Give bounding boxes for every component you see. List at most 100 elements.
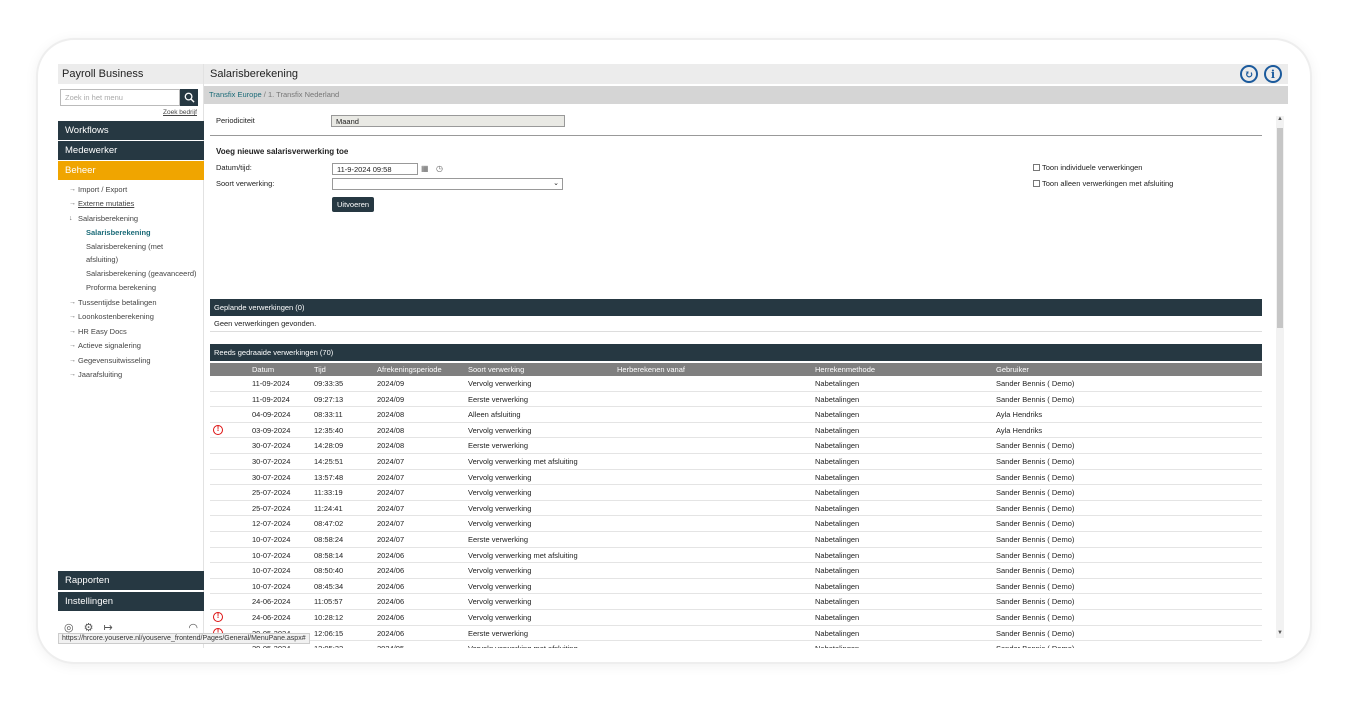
table-row[interactable]: 24-06-2024 11:05:57 2024/06 Vervolg verwerk… — [210, 594, 1262, 610]
tree-item-label: Gegevensuitwisseling — [78, 355, 151, 365]
cell-tijd: 08:50:40 — [314, 566, 344, 576]
cell-gebruiker: Sander Bennis ( Demo) — [996, 394, 1075, 404]
cell-datum: 25-07-2024 — [252, 488, 291, 498]
cell-periode: 2024/08 — [377, 441, 405, 451]
table-row[interactable]: ! 24-06-2024 10:28:12 2024/06 Vervolg verwer… — [210, 610, 1262, 626]
calendar-icon[interactable]: ▦ — [421, 164, 429, 173]
cell-tijd: 08:58:24 — [314, 534, 344, 544]
cell-periode: 2024/05 — [377, 644, 404, 648]
menu-search-input[interactable] — [60, 89, 180, 106]
executed-header[interactable]: Reeds gedraaide verwerkingen (70) — [210, 344, 1262, 361]
table-row[interactable]: 12-07-2024 08:47:02 2024/07 Vervolg verwerk… — [210, 516, 1262, 532]
table-row[interactable]: 10-07-2024 08:58:24 2024/07 Eerste verwerki… — [210, 532, 1262, 548]
table-row[interactable]: 29-05-2024 12:05:32 2024/05 Vervolg verwerk… — [210, 641, 1262, 648]
soort-select[interactable]: ⌄ — [332, 178, 563, 190]
scroll-down-icon[interactable]: ▼ — [1276, 630, 1284, 638]
chevron-down-icon: ⌄ — [553, 180, 559, 187]
menu-search-button[interactable] — [180, 89, 198, 106]
tree-item-import-export[interactable]: → Import / Export — [58, 182, 204, 197]
menu-search — [60, 89, 198, 106]
col-vanaf[interactable]: Herberekenen vanaf — [617, 365, 685, 374]
tree-item-label: Import / Export — [78, 184, 128, 194]
table-row[interactable]: 11-09-2024 09:27:13 2024/09 Eerste verwerki… — [210, 392, 1262, 408]
table-row[interactable]: 25-07-2024 11:24:41 2024/07 Vervolg verwerk… — [210, 501, 1262, 517]
cell-tijd: 08:47:02 — [314, 519, 344, 529]
col-methode[interactable]: Herrekenmethode — [815, 365, 875, 374]
table-row[interactable]: 30-07-2024 13:57:48 2024/07 Vervolg verwerk… — [210, 470, 1262, 486]
nav-workflows[interactable]: Workflows — [58, 121, 204, 140]
refresh-icon[interactable]: ↻ — [1240, 65, 1258, 83]
breadcrumb-company[interactable]: Transfix Europe — [209, 90, 262, 99]
toggle-individual[interactable]: Toon individuele verwerkingen — [1033, 163, 1142, 172]
nav-medewerker[interactable]: Medewerker — [58, 141, 204, 160]
tree-item-jaarafsluiting[interactable]: → Jaarafsluiting — [58, 368, 204, 383]
tree-item-hr-easy-docs[interactable]: → HR Easy Docs — [58, 324, 204, 339]
warning-icon[interactable]: ! — [213, 611, 223, 622]
table-row[interactable]: 04-09-2024 08:33:11 2024/08 Alleen afsluiti… — [210, 407, 1262, 423]
nav-rapporten[interactable]: Rapporten — [58, 571, 204, 590]
tree-item-salarisberekening[interactable]: ↓ Salarisberekening — [58, 211, 204, 226]
cell-gebruiker: Sander Bennis ( Demo) — [996, 612, 1075, 622]
info-icon[interactable]: i — [1264, 65, 1282, 83]
table-row[interactable]: !29-05-202412:06:152024/06Eerste verwerk… — [210, 626, 1262, 642]
checkbox-afsluiting[interactable] — [1033, 180, 1040, 187]
cell-datum: 04-09-2024 — [252, 410, 291, 420]
cell-methode: Nabetalingen — [815, 519, 860, 529]
arrow-right-icon: → — [69, 185, 76, 193]
tree-item-gegevensuitwisseling[interactable]: → Gegevensuitwisseling — [58, 353, 204, 368]
clock-icon[interactable]: ◷ — [436, 164, 443, 173]
run-button[interactable]: Uitvoeren — [332, 197, 375, 212]
datum-input[interactable]: 11-9-2024 09:58 — [332, 163, 418, 175]
cell-soort: Vervolg verwerking — [468, 519, 532, 529]
tree-item-externe-mutaties[interactable]: → Externe mutaties — [58, 197, 204, 212]
table-row[interactable]: 25-07-2024 11:33:19 2024/07 Vervolg verwerk… — [210, 485, 1262, 501]
nav-beheer[interactable]: Beheer — [58, 161, 204, 180]
cell-gebruiker: Sander Bennis ( Demo) — [996, 628, 1075, 638]
arrow-down-icon: ↓ — [69, 214, 73, 222]
warning-icon[interactable]: ! — [213, 424, 223, 435]
col-soort[interactable]: Soort verwerking — [468, 365, 524, 374]
tree-subitem-proforma[interactable]: Proforma berekening — [58, 281, 204, 296]
cell-periode: 2024/07 — [377, 519, 405, 529]
table-row[interactable]: 30-07-2024 14:28:09 2024/08 Eerste verwerki… — [210, 438, 1262, 454]
nav-instellingen[interactable]: Instellingen — [58, 592, 204, 611]
tree-item-loonkosten[interactable]: → Loonkostenberekening — [58, 310, 204, 325]
arrow-right-icon: → — [69, 327, 76, 335]
cell-periode: 2024/07 — [377, 488, 405, 498]
table-row[interactable]: 10-07-2024 08:58:14 2024/06 Vervolg verwerk… — [210, 548, 1262, 564]
col-periode[interactable]: Afrekeningsperiode — [377, 365, 442, 374]
cell-periode: 2024/08 — [377, 425, 405, 435]
tree-item-label: Loonkostenberekening — [78, 312, 154, 322]
planned-header[interactable]: Geplande verwerkingen (0) — [210, 299, 1262, 316]
tree-item-tussentijdse[interactable]: → Tussentijdse betalingen — [58, 295, 204, 310]
search-company-link[interactable]: Zoek bedrijf — [163, 109, 197, 116]
table-row[interactable]: 10-07-2024 08:45:34 2024/06 Vervolg verwerk… — [210, 579, 1262, 595]
scroll-thumb[interactable] — [1277, 128, 1283, 328]
table-row[interactable]: 11-09-2024 09:33:35 2024/09 Vervolg verwerk… — [210, 376, 1262, 392]
table-row[interactable]: 10-07-2024 08:50:40 2024/06 Vervolg verwerk… — [210, 563, 1262, 579]
tree-item-label: Actieve signalering — [78, 341, 141, 351]
cell-periode: 2024/06 — [377, 612, 405, 622]
cell-tijd: 08:33:11 — [314, 410, 343, 420]
table-row[interactable]: 30-07-2024 14:25:51 2024/07 Vervolg verwerk… — [210, 454, 1262, 470]
tree-subitem-geavanceerd[interactable]: Salarisberekening (geavanceerd) — [58, 266, 204, 281]
scroll-up-icon[interactable]: ▲ — [1276, 116, 1284, 124]
cell-soort: Vervolg verwerking — [468, 472, 532, 482]
content-scrollbar[interactable]: ▲ ▼ — [1276, 116, 1284, 638]
col-datum[interactable]: Datum — [252, 365, 274, 374]
checkbox-individual[interactable] — [1033, 164, 1040, 171]
cell-methode: Nabetalingen — [815, 456, 860, 466]
tree-subitem-met-afsluiting-cont[interactable]: afsluiting) — [58, 253, 204, 266]
cell-gebruiker: Sander Bennis ( Demo) — [996, 581, 1075, 591]
tree-subitem-salarisberekening[interactable]: Salarisberekening — [58, 226, 204, 241]
col-tijd[interactable]: Tijd — [314, 365, 326, 374]
col-gebruiker[interactable]: Gebruiker — [996, 365, 1029, 374]
table-row[interactable]: ! 03-09-2024 12:35:40 2024/08 Vervolg verwer… — [210, 423, 1262, 439]
cell-gebruiker: Sander Bennis ( Demo) — [996, 519, 1075, 529]
toggle-afsluiting[interactable]: Toon alleen verwerkingen met afsluiting — [1033, 179, 1173, 188]
cell-soort: Vervolg verwerking — [468, 581, 532, 591]
cell-methode: Nabetalingen — [815, 394, 860, 404]
cell-tijd: 12:35:40 — [314, 425, 344, 435]
tree-subitem-met-afsluiting[interactable]: Salarisberekening (met — [58, 240, 204, 253]
tree-item-actieve-signalering[interactable]: → Actieve signalering — [58, 339, 204, 354]
